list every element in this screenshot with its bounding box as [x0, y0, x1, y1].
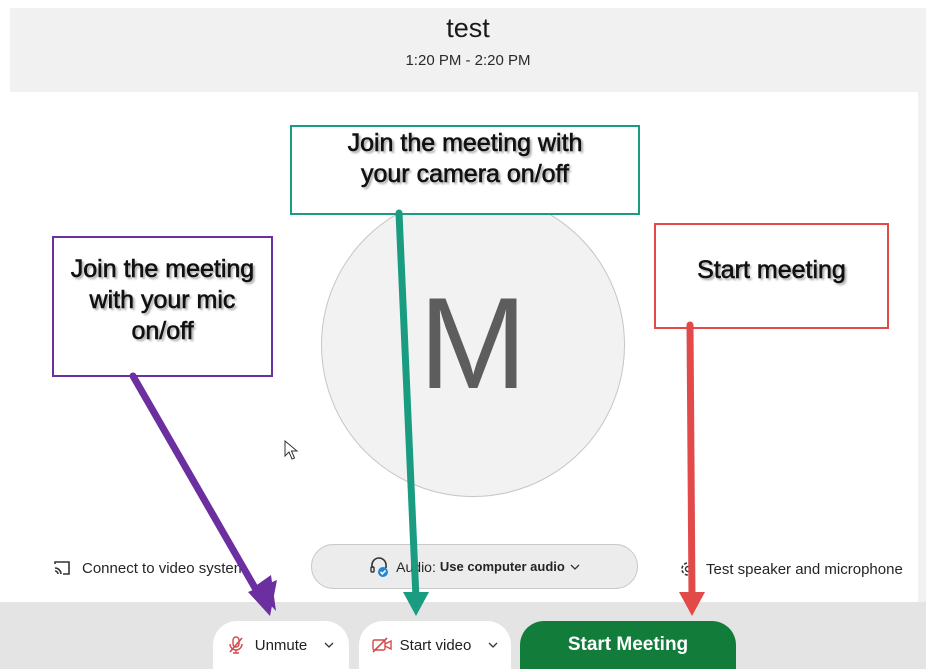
audio-value: Use computer audio [439, 559, 565, 574]
window-edge [918, 8, 926, 669]
video-off-icon [371, 637, 392, 653]
audio-label: Audio: [396, 558, 436, 575]
mic-annotation-box: Join the meeting with your mic on/off [52, 236, 273, 377]
meeting-header: test 1:20 PM - 2:20 PM [10, 8, 926, 92]
start-video-button[interactable]: Start video [359, 621, 511, 669]
test-speaker-microphone-label: Test speaker and microphone [706, 560, 903, 578]
muted-mic-icon [229, 636, 243, 654]
cast-icon [54, 561, 70, 575]
start-annotation-box: Start meeting [654, 223, 889, 329]
avatar-initial: M [418, 270, 528, 416]
mouse-cursor-icon [284, 440, 299, 460]
headset-icon [370, 556, 389, 577]
start-annotation-line-1: Start meeting [697, 255, 846, 284]
mic-annotation-line-2: with your mic [89, 286, 236, 315]
start-video-label: Start video [399, 636, 472, 654]
meeting-title: test [446, 13, 490, 43]
camera-annotation-box: Join the meeting with your camera on/off [290, 125, 640, 215]
connect-video-system-label: Connect to video system [82, 559, 247, 577]
mic-annotation-line-1: Join the meeting [70, 255, 255, 284]
test-speaker-microphone-button[interactable]: Test speaker and microphone [678, 559, 903, 579]
camera-annotation-line-2: your camera on/off [361, 160, 570, 189]
avatar: M [321, 193, 625, 497]
start-meeting-button[interactable]: Start Meeting [520, 621, 736, 669]
mic-annotation-line-3: on/off [131, 317, 194, 346]
audio-select[interactable]: Audio: Use computer audio [311, 544, 638, 589]
unmute-label: Unmute [254, 636, 308, 654]
connect-video-system-button[interactable]: Connect to video system [52, 559, 246, 577]
chevron-down-icon[interactable] [487, 640, 499, 650]
chevron-down-icon[interactable] [323, 640, 335, 650]
gear-icon [681, 562, 695, 576]
camera-annotation-line-1: Join the meeting with [347, 129, 583, 158]
meeting-time-range: 1:20 PM - 2:20 PM [405, 52, 531, 69]
start-meeting-label: Start Meeting [567, 634, 689, 655]
meeting-preview-window: test 1:20 PM - 2:20 PM M Connect to vide… [0, 0, 926, 669]
chevron-down-icon [570, 564, 580, 570]
unmute-button[interactable]: Unmute [213, 621, 349, 669]
